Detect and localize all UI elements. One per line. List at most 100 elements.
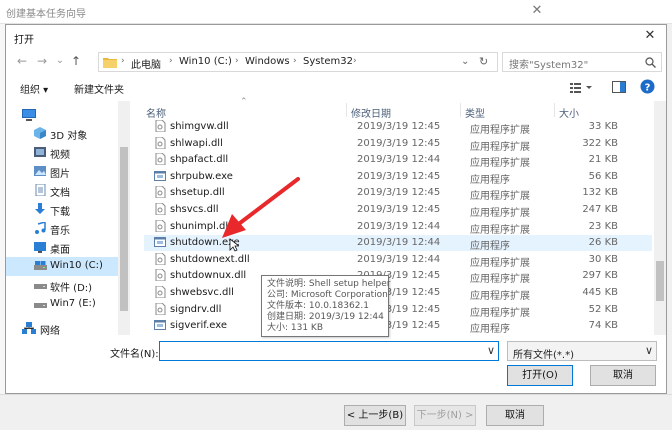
address-bar[interactable]: › 此电脑 › Win10 (C:) › Windows › System32 … xyxy=(98,52,498,72)
address-dropdown-icon[interactable]: ⌄ xyxy=(461,56,469,67)
tree-label: 图片 xyxy=(50,169,70,180)
view-options-icon[interactable] xyxy=(570,82,592,93)
file-row[interactable]: sigverif.exe 2019/3/19 12:45 应用程序 74 KB xyxy=(144,318,652,335)
filetype-dropdown-icon[interactable]: ∨ xyxy=(645,344,653,357)
computer-icon xyxy=(22,109,36,121)
breadcrumb-drive-c[interactable]: Win10 (C:) xyxy=(179,56,232,67)
documents-icon xyxy=(34,184,46,196)
filename-dropdown-icon[interactable]: ∨ xyxy=(487,344,495,357)
file-row[interactable]: shutdownext.dll 2019/3/19 12:44 应用程序扩展 30 K… xyxy=(144,252,652,269)
search-input[interactable]: 搜索"System32" xyxy=(502,52,662,72)
search-placeholder: 搜索"System32" xyxy=(509,60,589,71)
file-date: 2019/3/19 12:45 xyxy=(357,187,441,199)
recent-locations-icon[interactable]: ⌄ xyxy=(52,53,68,69)
tooltip-created: 创建日期: 2019/3/19 12:44 xyxy=(267,312,384,322)
file-size: 297 KB xyxy=(582,270,618,282)
dll-file-icon xyxy=(154,120,166,132)
wizard-close-icon[interactable]: ✕ xyxy=(528,2,546,20)
file-list-scrollbar-thumb[interactable] xyxy=(656,261,664,301)
file-type: 应用程序 xyxy=(470,241,510,253)
tree-label: 软件 (D:) xyxy=(50,283,93,294)
tree-label: Win10 (C:) xyxy=(50,260,103,271)
file-row[interactable]: shlwapi.dll 2019/3/19 12:45 应用程序扩展 322 KB xyxy=(144,136,652,153)
column-header-type[interactable]: 类型 xyxy=(465,105,485,120)
dll-file-icon xyxy=(154,186,166,199)
column-header-name[interactable]: 名称 xyxy=(146,105,166,120)
forward-arrow-icon[interactable]: → xyxy=(34,53,50,69)
file-row[interactable]: shwebsvc.dll 2019/3/19 12:45 应用程序扩展 445 KB xyxy=(144,285,652,302)
wizard-prev-button[interactable]: < 上一步(B) xyxy=(344,405,406,426)
file-row[interactable]: shutdownux.dll 2019/3/19 12:45 应用程序扩展 297 K… xyxy=(144,268,652,286)
organize-menu[interactable]: 组织 ▾ xyxy=(20,81,48,96)
breadcrumb-separator-icon: › xyxy=(353,56,357,66)
video-icon xyxy=(34,146,46,158)
wizard-cancel-button[interactable]: 取消 xyxy=(486,405,544,426)
back-arrow-icon[interactable]: ← xyxy=(14,53,30,69)
file-name: shutdownux.dll xyxy=(170,270,247,282)
file-list: 名称 ⌃ 修改日期 类型 大小 shimgvw.dll 2019/3/19 12:… xyxy=(140,97,654,335)
svg-text:?: ? xyxy=(645,82,651,93)
navigation-scrollbar[interactable] xyxy=(118,101,130,335)
tree-item-drive-e[interactable]: Win7 (E:) xyxy=(6,295,118,314)
wizard-next-button[interactable]: 下一步(N) > xyxy=(414,405,476,426)
tree-item-3d-objects[interactable]: 3D 对象 xyxy=(6,124,118,143)
dialog-title: 打开 xyxy=(14,35,34,46)
dll-file-icon xyxy=(154,286,166,298)
drive-icon xyxy=(34,298,47,310)
column-divider xyxy=(554,103,555,117)
file-row[interactable]: signdrv.dll 2019/3/19 12:45 应用程序扩展 52 KB xyxy=(144,302,652,319)
pictures-icon xyxy=(34,165,46,177)
breadcrumb-separator-icon: › xyxy=(169,56,173,66)
file-size: 52 KB xyxy=(588,303,618,315)
refresh-icon[interactable]: ↻ xyxy=(479,55,488,68)
3d-objects-icon xyxy=(34,127,46,139)
exe-file-icon xyxy=(154,319,166,331)
file-date: 2019/3/19 12:45 xyxy=(357,121,441,132)
column-header-size[interactable]: 大小 xyxy=(559,105,579,120)
file-type: 应用程序扩展 xyxy=(470,274,530,286)
file-row[interactable]: shpafact.dll 2019/3/19 12:44 应用程序扩展 21 KB xyxy=(144,152,652,169)
file-size: 132 KB xyxy=(582,187,618,199)
tree-label: 视频 xyxy=(50,150,70,161)
tree-item-video[interactable]: 视频 xyxy=(6,143,118,162)
breadcrumb-windows[interactable]: Windows xyxy=(245,56,290,67)
navigation-scrollbar-thumb[interactable] xyxy=(120,147,128,311)
open-button[interactable]: 打开(O) xyxy=(507,365,573,386)
dll-file-icon xyxy=(154,302,166,315)
tree-item-documents[interactable]: 文档 xyxy=(6,181,118,200)
tree-item-downloads[interactable]: 下载 xyxy=(6,200,118,219)
file-type: 应用程序扩展 xyxy=(470,224,530,236)
file-name: shutdownext.dll xyxy=(170,253,250,265)
tree-item-music[interactable]: 音乐 xyxy=(6,219,118,238)
up-folder-icon[interactable]: ↑ xyxy=(68,53,84,69)
file-type: 应用程序 xyxy=(470,174,510,186)
breadcrumb-system32[interactable]: System32 xyxy=(303,56,353,67)
dialog-close-icon[interactable]: ✕ xyxy=(642,28,658,43)
new-folder-button[interactable]: 新建文件夹 xyxy=(74,81,124,96)
filetype-select[interactable]: 所有文件(*.*) ∨ xyxy=(507,341,657,361)
file-size: 30 KB xyxy=(588,253,618,265)
file-date: 2019/3/19 12:44 xyxy=(357,253,441,265)
mouse-cursor-icon xyxy=(229,238,239,252)
tree-label: 3D 对象 xyxy=(50,131,88,142)
tree-item-drive-d[interactable]: 软件 (D:) xyxy=(6,276,118,295)
breadcrumb-this-pc[interactable]: 此电脑 xyxy=(131,56,161,71)
file-list-scrollbar[interactable] xyxy=(654,101,666,335)
file-row[interactable]: shimgvw.dll 2019/3/19 12:45 应用程序扩展 33 KB xyxy=(144,119,652,136)
file-date: 2019/3/19 12:44 xyxy=(357,220,441,232)
tree-item-pictures[interactable]: 图片 xyxy=(6,162,118,181)
filename-input[interactable]: ∨ xyxy=(159,341,499,361)
tree-item-network[interactable]: 网络 xyxy=(6,319,118,338)
cancel-button[interactable]: 取消 xyxy=(590,365,656,386)
file-name: signdrv.dll xyxy=(170,303,222,315)
file-name: shsvcs.dll xyxy=(170,204,219,215)
help-icon[interactable]: ? xyxy=(640,79,655,94)
tree-item-this-pc[interactable] xyxy=(6,106,118,125)
tree-item-desktop[interactable]: 桌面 xyxy=(6,238,118,257)
file-type: 应用程序扩展 xyxy=(470,307,530,319)
file-size: 322 KB xyxy=(582,137,618,149)
tree-item-drive-c[interactable]: Win10 (C:) xyxy=(6,257,118,276)
preview-pane-icon[interactable] xyxy=(612,81,626,93)
search-icon xyxy=(645,57,656,68)
column-header-date[interactable]: 修改日期 xyxy=(351,105,391,120)
